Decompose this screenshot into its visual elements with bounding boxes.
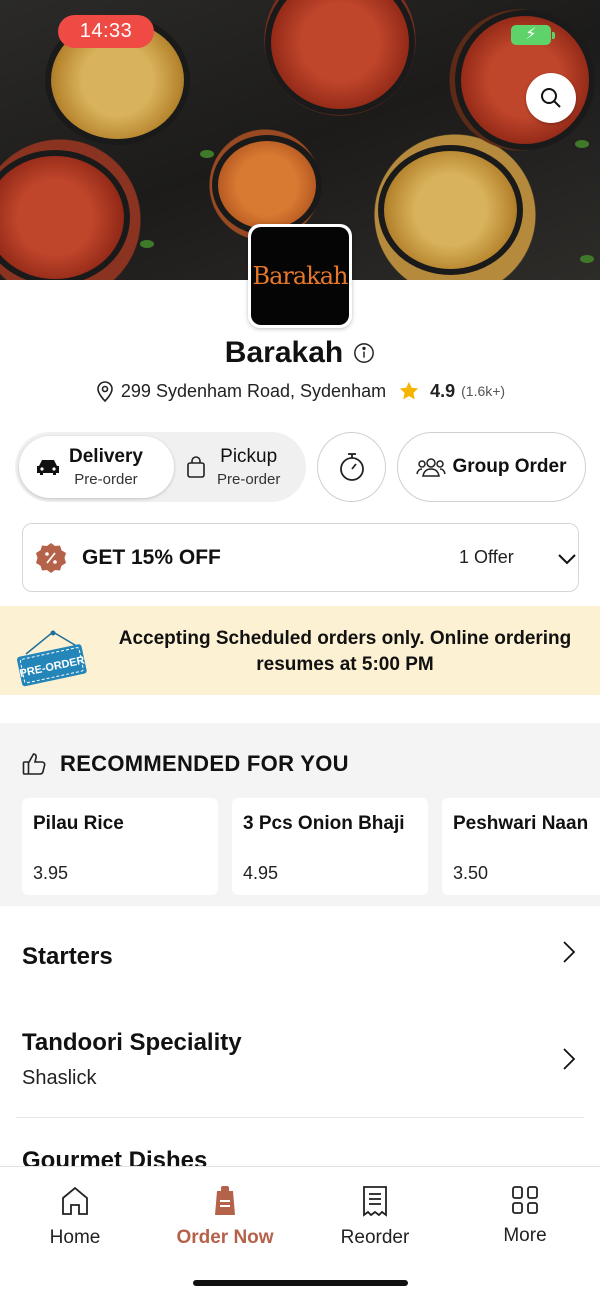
rating-value: 4.9 — [430, 380, 456, 401]
nav-label: More — [503, 1225, 547, 1246]
schedule-button[interactable] — [317, 432, 386, 502]
group-icon — [416, 458, 447, 477]
stopwatch-icon — [339, 453, 364, 481]
home-icon — [62, 1186, 88, 1215]
recommended-item-card[interactable]: 3 Pcs Onion Bhaji 4.95 — [232, 798, 428, 895]
restaurant-logo: Barakah — [248, 224, 352, 328]
banner-message: Accepting Scheduled orders only. Online … — [118, 628, 572, 675]
nav-label: Reorder — [340, 1227, 410, 1248]
pickup-sublabel: Pre-order — [217, 471, 281, 488]
nav-order-now[interactable]: Order Now — [155, 1185, 295, 1249]
status-time: 14:33 — [58, 15, 154, 48]
category-name: Starters — [22, 943, 113, 970]
search-icon — [541, 88, 561, 108]
car-icon — [37, 460, 59, 475]
offer-dropdown[interactable]: GET 15% OFF 1 Offer — [22, 523, 579, 592]
preorder-sign-icon: PRE-ORDER — [16, 630, 87, 687]
item-name: Peshwari Naan — [453, 813, 589, 834]
info-icon[interactable] — [353, 342, 375, 364]
order-mode-toggle: Delivery Pre-order Pickup Pre-order — [15, 432, 306, 502]
thumbs-up-icon — [22, 753, 46, 775]
recommended-title: RECOMMENDED FOR YOU — [60, 751, 349, 776]
search-button[interactable] — [526, 73, 576, 123]
recommended-item-card[interactable]: Pilau Rice 3.95 — [22, 798, 218, 895]
order-bag-icon — [215, 1186, 235, 1215]
restaurant-address: 299 Sydenham Road, Sydenham — [120, 380, 387, 401]
item-price: 4.95 — [243, 863, 279, 883]
preorder-banner: PRE-ORDER Accepting Scheduled orders onl… — [0, 606, 600, 695]
category-subtitle: Shaslick — [22, 1067, 97, 1089]
bottom-navigation: Home Order Now Reorder More — [0, 1166, 600, 1298]
offer-title: GET 15% OFF — [82, 545, 221, 569]
group-order-button[interactable]: Group Order — [397, 432, 586, 502]
group-order-label: Group Order — [452, 456, 567, 477]
pickup-option[interactable]: Pickup Pre-order — [179, 436, 302, 498]
item-price: 3.50 — [453, 863, 489, 883]
nav-more[interactable]: More — [455, 1185, 595, 1247]
home-indicator — [193, 1280, 408, 1286]
delivery-sublabel: Pre-order — [74, 471, 138, 488]
star-icon — [399, 381, 419, 400]
discount-badge-icon — [36, 542, 66, 573]
nav-reorder[interactable]: Reorder — [305, 1185, 445, 1249]
category-name: Tandoori Speciality — [22, 1029, 242, 1056]
logo-text: Barakah — [251, 227, 349, 325]
receipt-icon — [363, 1186, 387, 1217]
item-name: 3 Pcs Onion Bhaji — [243, 813, 405, 834]
chevron-right-icon — [563, 1048, 576, 1070]
delivery-label: Delivery — [69, 446, 143, 467]
nav-label: Home — [49, 1227, 101, 1248]
offer-count: 1 Offer — [459, 547, 514, 567]
restaurant-name: Barakah — [224, 336, 344, 369]
nav-home[interactable]: Home — [5, 1185, 145, 1249]
recommended-item-card[interactable]: Peshwari Naan 3.50 — [442, 798, 600, 895]
rating-count: (1.6k+) — [461, 383, 506, 399]
item-name: Pilau Rice — [33, 813, 124, 834]
chevron-right-icon — [563, 941, 576, 963]
recommended-section: RECOMMENDED FOR YOU Pilau Rice 3.95 3 Pc… — [0, 723, 600, 906]
shopping-bag-icon — [187, 456, 205, 478]
item-price: 3.95 — [33, 863, 69, 883]
chevron-down-icon — [558, 554, 576, 565]
divider — [16, 1117, 584, 1118]
location-pin-icon — [97, 381, 113, 402]
delivery-option[interactable]: Delivery Pre-order — [19, 436, 174, 498]
grid-icon — [512, 1186, 538, 1214]
battery-icon: ⚡ — [511, 25, 555, 45]
pickup-label: Pickup — [220, 446, 278, 467]
nav-label: Order Now — [176, 1227, 274, 1248]
